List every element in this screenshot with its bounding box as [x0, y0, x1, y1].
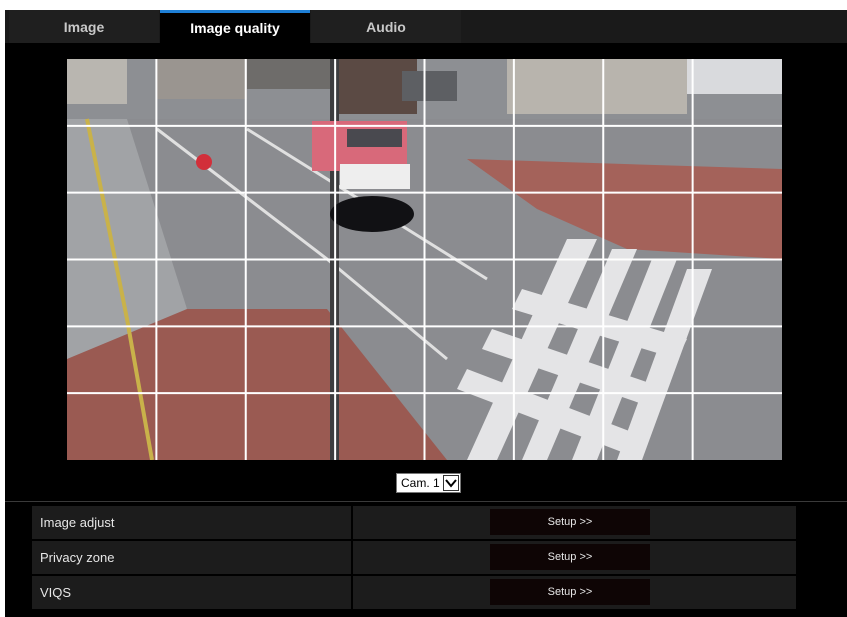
camera-select[interactable]: Cam. 1: [396, 473, 461, 493]
setting-cell: Setup >>: [353, 576, 796, 609]
setting-label: VIQS: [32, 576, 351, 609]
tab-audio[interactable]: Audio: [311, 10, 461, 43]
setup-button-image-adjust[interactable]: Setup >>: [490, 509, 650, 535]
setting-cell: Setup >>: [353, 506, 796, 539]
setting-cell: Setup >>: [353, 541, 796, 574]
divider: [5, 501, 847, 502]
settings-page: Image Image quality Audio Cam. 1 Image a…: [5, 10, 847, 617]
tab-image[interactable]: Image: [9, 10, 159, 43]
settings-row-privacy-zone: Privacy zone Setup >>: [32, 541, 796, 574]
grid-overlay: [67, 59, 782, 460]
settings-row-viqs: VIQS Setup >>: [32, 576, 796, 609]
chevron-down-icon[interactable]: [442, 475, 459, 491]
camera-select-value: Cam. 1: [401, 476, 440, 490]
settings-row-image-adjust: Image adjust Setup >>: [32, 506, 796, 539]
setting-label: Image adjust: [32, 506, 351, 539]
camera-preview[interactable]: [67, 59, 782, 460]
setting-label: Privacy zone: [32, 541, 351, 574]
setup-button-privacy-zone[interactable]: Setup >>: [490, 544, 650, 570]
setup-button-viqs[interactable]: Setup >>: [490, 579, 650, 605]
tab-bar-fill: [462, 10, 847, 43]
tab-image-quality[interactable]: Image quality: [160, 10, 310, 43]
tab-bar: Image Image quality Audio: [5, 10, 847, 43]
